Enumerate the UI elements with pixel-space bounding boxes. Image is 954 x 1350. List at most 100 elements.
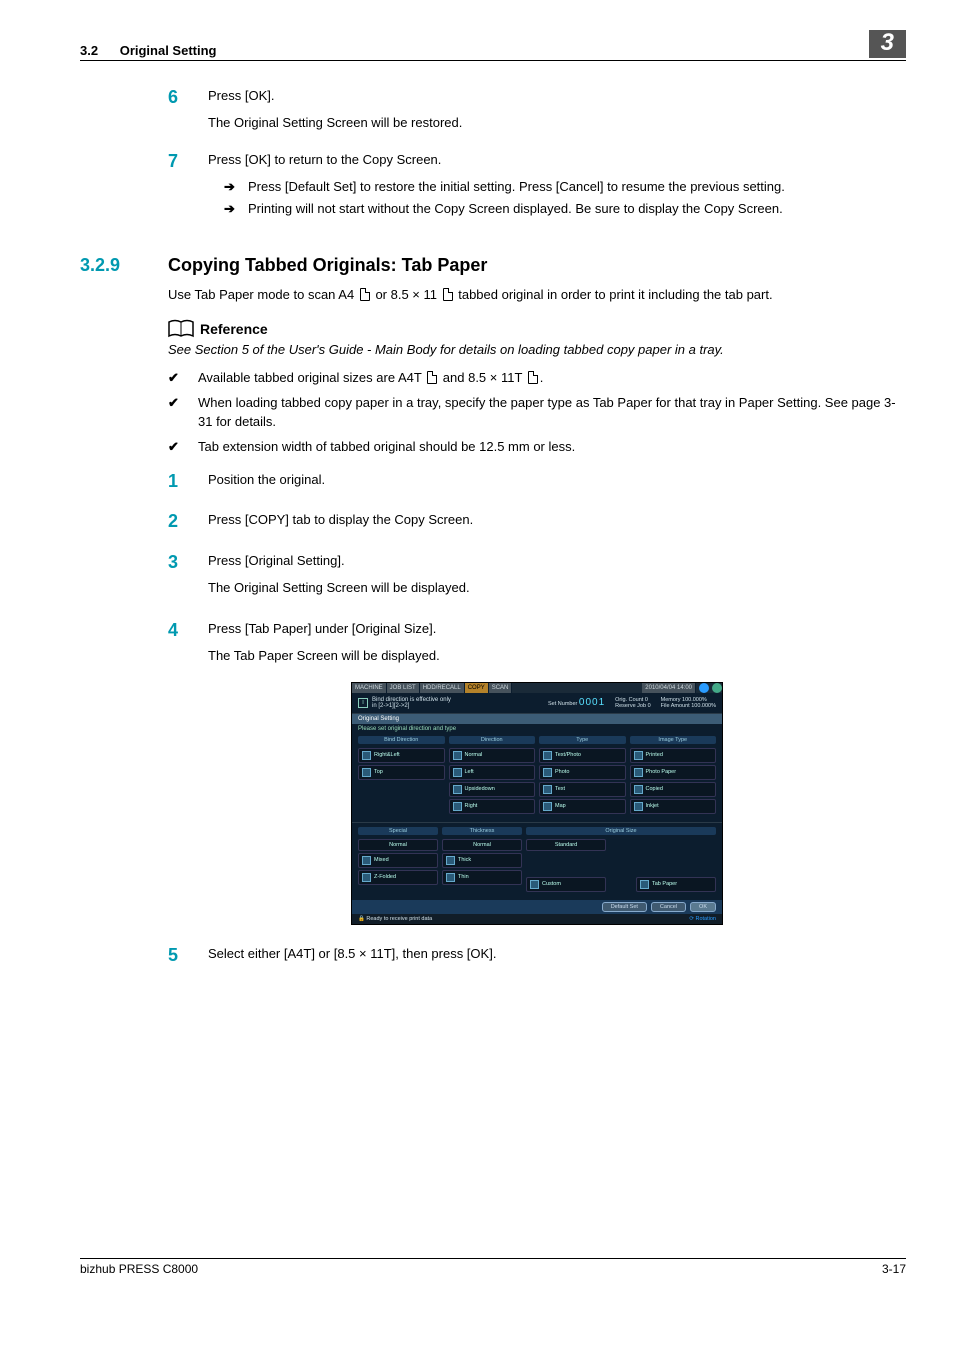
shot-col-bind: Bind Direction [358, 736, 445, 744]
shot-btn-img-copied[interactable]: Copied [630, 782, 717, 797]
img-icon [634, 785, 643, 794]
step-number-7: 7 [168, 151, 208, 224]
shot-screen-title: Original Setting [352, 714, 722, 724]
step-6-text-2: The Original Setting Screen will be rest… [208, 114, 906, 133]
shot-btn-sp-mixed[interactable]: Mixed [358, 853, 438, 868]
img-icon [634, 802, 643, 811]
shot-btn-type-textphoto[interactable]: Text/Photo [539, 748, 626, 763]
step-4-text-2: The Tab Paper Screen will be displayed. [208, 647, 906, 666]
step-number-6: 6 [168, 87, 208, 141]
shot-tab-joblist[interactable]: JOB LIST [387, 683, 420, 693]
shot-btn-dir-upsidedown[interactable]: Upsidedown [449, 782, 536, 797]
subsection-number: 3.2.9 [80, 255, 168, 276]
shot-col-type: Type [539, 736, 626, 744]
shot-btn-img-printed[interactable]: Printed [630, 748, 717, 763]
shot-rotation: ⟳ Rotation [689, 916, 716, 922]
shot-tab-scan[interactable]: SCAN [489, 683, 513, 693]
shot-btn-th-thin[interactable]: Thin [442, 870, 522, 885]
type-icon [543, 785, 552, 794]
img-icon [634, 768, 643, 777]
shot-btn-default-set[interactable]: Default Set [602, 902, 647, 912]
shot-set-number: Set Number 0001 [548, 697, 605, 709]
type-icon [543, 751, 552, 760]
shot-tab-recall[interactable]: HDD/RECALL [420, 683, 465, 693]
shot-btn-cancel[interactable]: Cancel [651, 902, 686, 912]
shot-orig-count: Orig. Count 0 Reserve Job 0 [615, 697, 650, 709]
embedded-screenshot: MACHINE JOB LIST HDD/RECALL COPY SCAN 20… [351, 682, 723, 925]
mixed-icon [362, 856, 371, 865]
shot-btn-size-custom[interactable]: Custom [526, 877, 606, 892]
step-4-text-1: Press [Tab Paper] under [Original Size]. [208, 620, 906, 639]
shot-col-imagetype: Image Type [630, 736, 717, 744]
step-7-text-1: Press [OK] to return to the Copy Screen. [208, 151, 906, 170]
portrait-page-icon [427, 371, 437, 384]
shot-btn-sp-zfold[interactable]: Z-Folded [358, 870, 438, 885]
orient-icon [453, 751, 462, 760]
shot-btn-sp-normal[interactable]: Normal [358, 839, 438, 851]
shot-btn-type-text[interactable]: Text [539, 782, 626, 797]
step-number-3: 3 [168, 552, 208, 606]
shot-col-thickness: Thickness [442, 827, 522, 835]
shot-message: Bind direction is effective only in [2->… [372, 697, 451, 709]
thick-icon [446, 856, 455, 865]
shot-btn-ok[interactable]: OK [690, 902, 716, 912]
header-section-title: Original Setting [120, 43, 217, 58]
binder-icon [362, 751, 371, 760]
shot-btn-dir-left[interactable]: Left [449, 765, 536, 780]
shot-btn-bind-rightleft[interactable]: Right&Left [358, 748, 445, 763]
type-icon [543, 802, 552, 811]
subsection-title: Copying Tabbed Originals: Tab Paper [168, 255, 487, 276]
shot-col-direction: Direction [449, 736, 536, 744]
help-icon[interactable] [699, 683, 709, 693]
shot-btn-dir-normal[interactable]: Normal [449, 748, 536, 763]
shot-tab-machine[interactable]: MACHINE [352, 683, 387, 693]
step-5-text: Select either [A4T] or [8.5 × 11T], then… [208, 945, 906, 964]
reference-heading: Reference [168, 319, 906, 339]
step-number-1: 1 [168, 471, 208, 498]
orient-icon [453, 768, 462, 777]
reference-text: See Section 5 of the User's Guide - Main… [168, 341, 906, 359]
shot-btn-th-normal[interactable]: Normal [442, 839, 522, 851]
shot-status-ready: 🔒 Ready to receive print data [358, 916, 432, 922]
check-3: Tab extension width of tabbed original s… [198, 438, 575, 457]
step-3-text-2: The Original Setting Screen will be disp… [208, 579, 906, 598]
shot-btn-img-photopaper[interactable]: Photo Paper [630, 765, 717, 780]
shot-memory: Memory 100.000% File Amount 100.000% [661, 697, 716, 709]
orient-icon [453, 785, 462, 794]
access-icon[interactable] [712, 683, 722, 693]
shot-datetime: 2010/04/04 14:00 [642, 683, 696, 693]
portrait-page-icon [360, 288, 370, 301]
shot-col-origsize: Original Size [526, 827, 716, 835]
check-1: Available tabbed original sizes are A4T … [198, 369, 543, 388]
footer-page-number: 3-17 [882, 1262, 906, 1276]
shot-btn-dir-right[interactable]: Right [449, 799, 536, 814]
check-2: When loading tabbed copy paper in a tray… [198, 394, 906, 432]
shot-tab-copy[interactable]: COPY [465, 683, 489, 693]
shot-btn-th-thick[interactable]: Thick [442, 853, 522, 868]
shot-btn-size-tabpaper[interactable]: Tab Paper [636, 877, 716, 892]
type-icon [543, 768, 552, 777]
step-number-4: 4 [168, 620, 208, 674]
arrow-icon: ➔ [224, 200, 248, 219]
shot-btn-size-standard[interactable]: Standard [526, 839, 606, 851]
step-7-arrow-2: Printing will not start without the Copy… [248, 200, 783, 219]
portrait-page-icon [528, 371, 538, 384]
binder-icon [362, 768, 371, 777]
shot-btn-type-photo[interactable]: Photo [539, 765, 626, 780]
step-6-text-1: Press [OK]. [208, 87, 906, 106]
check-icon: ✔ [168, 438, 198, 457]
tabpaper-icon [640, 880, 649, 889]
footer-product: bizhub PRESS C8000 [80, 1262, 198, 1276]
shot-tabs: MACHINE JOB LIST HDD/RECALL COPY SCAN 20… [352, 683, 722, 693]
thin-icon [446, 873, 455, 882]
running-header: 3.2 Original Setting [80, 43, 217, 58]
arrow-icon: ➔ [224, 178, 248, 197]
subsection-intro: Use Tab Paper mode to scan A4 or 8.5 × 1… [168, 286, 906, 305]
shot-btn-type-map[interactable]: Map [539, 799, 626, 814]
step-1-text: Position the original. [208, 471, 906, 490]
shot-btn-bind-top[interactable]: Top [358, 765, 445, 780]
shot-instruction: Please set original direction and type [352, 724, 722, 734]
orient-icon [453, 802, 462, 811]
shot-btn-img-inkjet[interactable]: Inkjet [630, 799, 717, 814]
step-number-5: 5 [168, 945, 208, 972]
